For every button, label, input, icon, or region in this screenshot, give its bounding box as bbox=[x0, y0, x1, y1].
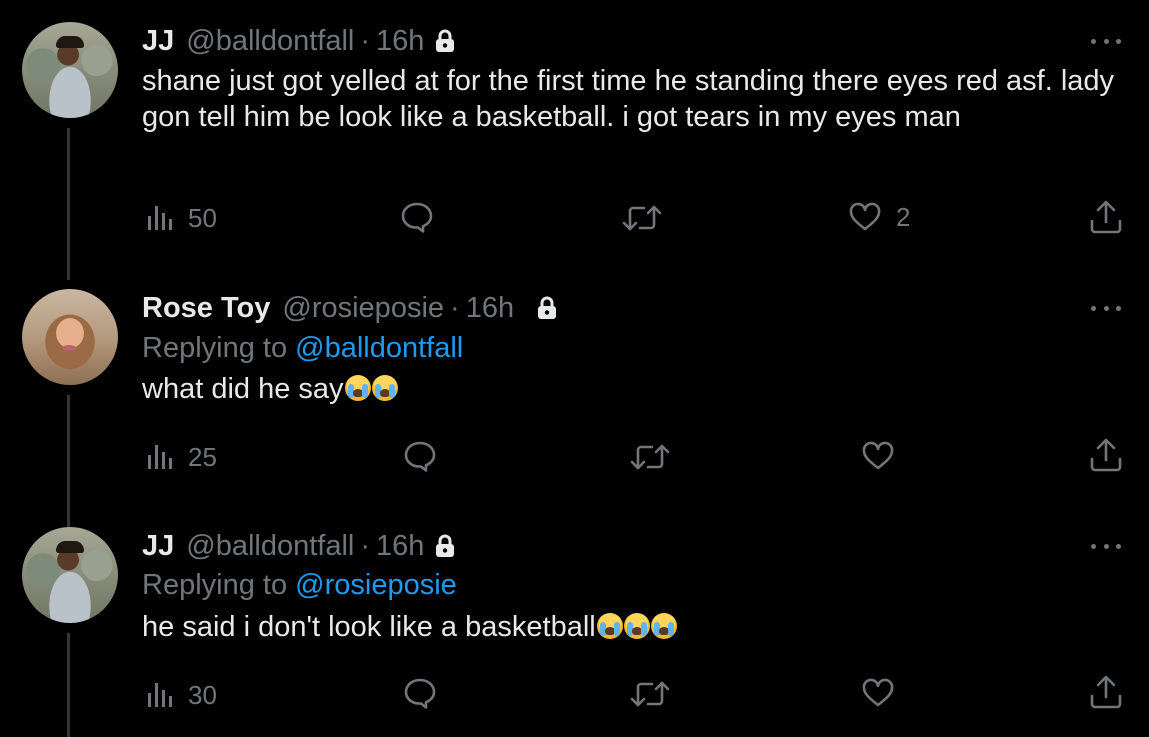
tweet-header: JJ @balldontfall · 16h bbox=[142, 529, 456, 563]
display-name[interactable]: JJ bbox=[142, 24, 174, 58]
lock-icon bbox=[434, 533, 456, 559]
timestamp[interactable]: 16h bbox=[376, 529, 424, 563]
timestamp[interactable]: 16h bbox=[466, 291, 514, 325]
more-icon[interactable] bbox=[1091, 36, 1121, 46]
analytics-icon bbox=[148, 683, 172, 707]
lock-icon bbox=[434, 28, 456, 54]
mention-link[interactable]: @balldontfall bbox=[295, 332, 463, 364]
tweet-header: Rose Toy @rosieposie · 16h bbox=[142, 291, 558, 325]
loudly-crying-face-emoji bbox=[371, 375, 398, 401]
reply-button[interactable] bbox=[403, 440, 451, 472]
avatar[interactable] bbox=[22, 289, 118, 385]
retweet-icon bbox=[630, 444, 670, 470]
share-icon bbox=[1090, 438, 1122, 472]
like-button[interactable] bbox=[861, 441, 909, 471]
replying-to-label: Replying to bbox=[142, 569, 288, 601]
separator-dot: · bbox=[360, 530, 371, 562]
user-handle[interactable]: @balldontfall bbox=[186, 529, 354, 563]
thread-line bbox=[67, 633, 70, 737]
tweet-1[interactable]: JJ @balldontfall · 16h shane just got ye… bbox=[0, 0, 1149, 280]
heart-icon bbox=[862, 678, 894, 707]
replying-to-label: Replying to bbox=[142, 332, 288, 364]
separator-dot: · bbox=[450, 292, 460, 324]
user-handle[interactable]: @balldontfall bbox=[186, 24, 354, 58]
heart-icon bbox=[862, 441, 894, 470]
tweet-text: shane just got yelled at for the first t… bbox=[142, 63, 1122, 135]
heart-icon bbox=[849, 202, 881, 231]
tweet-2[interactable]: Rose Toy @rosieposie · 16h Replying to @… bbox=[0, 270, 1149, 527]
reply-icon bbox=[404, 678, 436, 709]
views-count: 25 bbox=[188, 442, 217, 472]
lock-icon bbox=[536, 295, 558, 321]
display-name[interactable]: Rose Toy bbox=[142, 291, 270, 325]
avatar[interactable] bbox=[22, 22, 118, 118]
retweet-button[interactable] bbox=[630, 679, 684, 709]
views-button[interactable]: 30 bbox=[146, 680, 217, 710]
views-count: 30 bbox=[188, 680, 217, 710]
share-button[interactable] bbox=[1088, 199, 1124, 235]
tweet-text: what did he say bbox=[142, 371, 1122, 407]
replying-to: Replying to @rosieposie bbox=[142, 568, 457, 602]
like-button[interactable] bbox=[861, 678, 909, 708]
retweet-button[interactable] bbox=[622, 203, 676, 233]
views-button[interactable]: 50 bbox=[146, 203, 217, 233]
replying-to: Replying to @balldontfall bbox=[142, 331, 463, 365]
retweet-icon bbox=[622, 205, 662, 231]
analytics-icon bbox=[148, 445, 172, 469]
loudly-crying-face-emoji bbox=[344, 375, 371, 401]
share-icon bbox=[1090, 200, 1122, 234]
retweet-icon bbox=[630, 681, 670, 707]
thread-line bbox=[67, 128, 70, 280]
avatar[interactable] bbox=[22, 527, 118, 623]
loudly-crying-face-emoji bbox=[623, 613, 650, 639]
more-icon[interactable] bbox=[1091, 303, 1121, 313]
tweet-header: JJ @balldontfall · 16h bbox=[142, 24, 456, 58]
tweet-text-content: shane just got yelled at for the first t… bbox=[142, 65, 1115, 133]
like-count: 2 bbox=[896, 202, 911, 232]
reply-icon bbox=[401, 202, 433, 233]
more-icon[interactable] bbox=[1091, 541, 1121, 551]
share-icon bbox=[1090, 675, 1122, 709]
separator-dot: · bbox=[360, 25, 371, 57]
retweet-button[interactable] bbox=[630, 442, 684, 472]
share-button[interactable] bbox=[1088, 674, 1124, 710]
views-count: 50 bbox=[188, 203, 217, 233]
views-button[interactable]: 25 bbox=[146, 442, 217, 472]
reply-button[interactable] bbox=[400, 201, 448, 233]
share-button[interactable] bbox=[1088, 437, 1124, 473]
like-button[interactable]: 2 bbox=[848, 202, 910, 232]
user-handle[interactable]: @rosieposie bbox=[282, 291, 444, 325]
timestamp[interactable]: 16h bbox=[376, 24, 424, 58]
reply-button[interactable] bbox=[403, 677, 451, 709]
mention-link[interactable]: @rosieposie bbox=[295, 569, 457, 601]
tweet-thread: JJ @balldontfall · 16h shane just got ye… bbox=[0, 0, 1149, 737]
loudly-crying-face-emoji bbox=[596, 613, 623, 639]
loudly-crying-face-emoji bbox=[650, 613, 677, 639]
analytics-icon bbox=[148, 206, 172, 230]
tweet-3[interactable]: JJ @balldontfall · 16h Replying to @rosi… bbox=[0, 507, 1149, 737]
reply-icon bbox=[404, 441, 436, 472]
tweet-text: he said i don't look like a basketball bbox=[142, 609, 1122, 645]
display-name[interactable]: JJ bbox=[142, 529, 174, 563]
tweet-text-content: he said i don't look like a basketball bbox=[142, 611, 596, 643]
tweet-text-content: what did he say bbox=[142, 373, 344, 405]
